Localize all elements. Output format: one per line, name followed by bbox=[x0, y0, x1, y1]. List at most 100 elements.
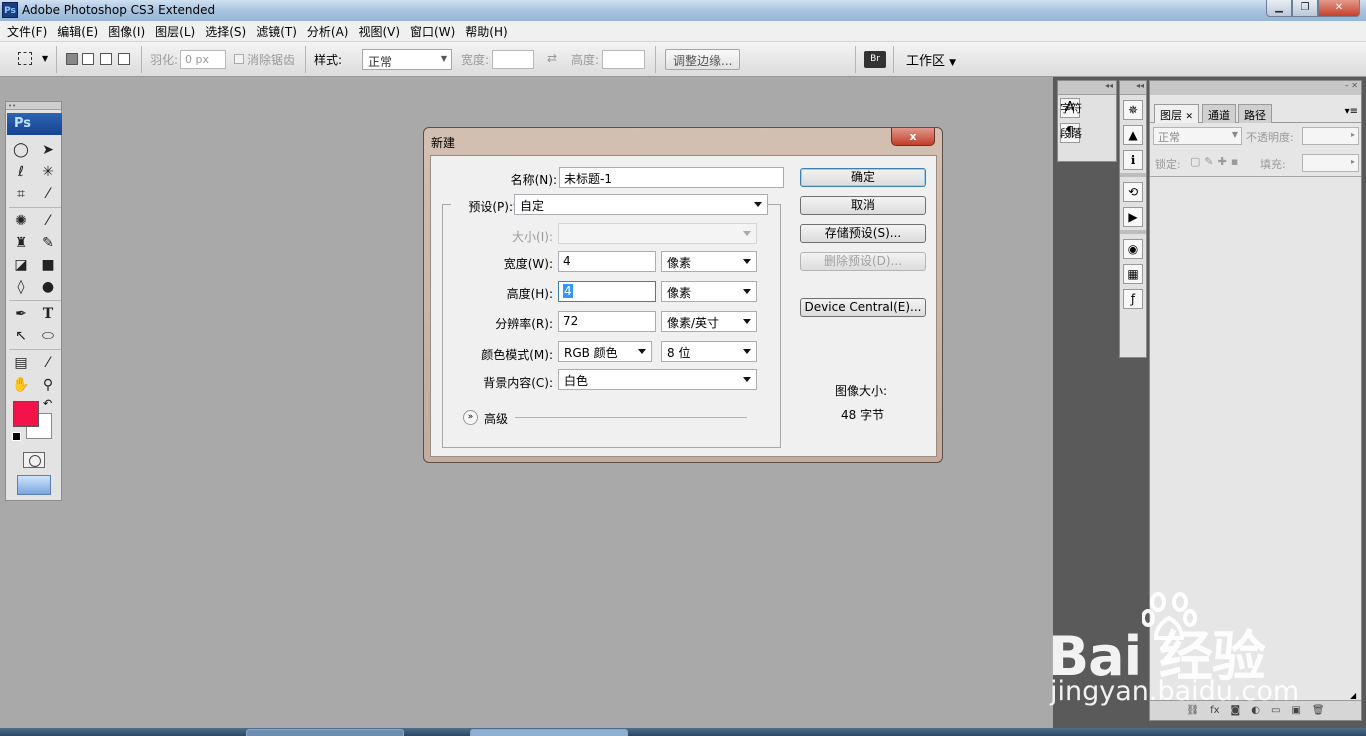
history-brush-icon[interactable]: ✎ bbox=[36, 233, 60, 253]
preset-select[interactable]: 自定 bbox=[514, 194, 768, 215]
height-input[interactable] bbox=[602, 50, 645, 69]
height-input[interactable]: 4 bbox=[558, 281, 656, 302]
new-selection-icon[interactable] bbox=[66, 53, 78, 65]
paragraph-panel-button[interactable]: ¶ 段落 bbox=[1058, 120, 1116, 145]
gradient-tool-icon[interactable]: ■ bbox=[36, 255, 60, 275]
path-selection-icon[interactable]: ↖ bbox=[9, 326, 33, 346]
menu-help[interactable]: 帮助(H) bbox=[461, 23, 511, 40]
screen-mode-icon[interactable] bbox=[17, 475, 51, 495]
resolution-unit-select[interactable]: 像素/英寸 bbox=[661, 311, 757, 332]
elliptical-marquee-icon[interactable]: ◯ bbox=[9, 140, 33, 160]
style-select[interactable]: 正常 ▼ bbox=[362, 49, 452, 70]
menu-analysis[interactable]: 分析(A) bbox=[303, 23, 353, 40]
move-tool-icon[interactable]: ➤ bbox=[36, 140, 60, 160]
type-tool-icon[interactable]: T bbox=[36, 304, 60, 324]
tab-channels[interactable]: 通道 bbox=[1202, 104, 1236, 123]
device-central-button[interactable]: Device Central(E)... bbox=[800, 298, 926, 317]
styles-icon[interactable]: ƒ bbox=[1123, 289, 1143, 309]
advanced-expand-icon[interactable]: » bbox=[463, 410, 478, 425]
character-panel-button[interactable]: A 字符 bbox=[1058, 95, 1116, 120]
actions-icon[interactable]: ▶ bbox=[1123, 207, 1143, 227]
height-unit-select[interactable]: 像素 bbox=[661, 281, 757, 302]
restore-button[interactable]: ❐ bbox=[1292, 0, 1318, 17]
feather-input[interactable]: 0 px bbox=[180, 50, 226, 69]
ok-button[interactable]: 确定 bbox=[800, 168, 926, 187]
close-window-button[interactable]: ✕ bbox=[1318, 0, 1360, 17]
notes-tool-icon[interactable]: ▤ bbox=[9, 353, 33, 373]
blend-mode-select[interactable]: 正常 ▼ bbox=[1153, 127, 1242, 145]
collapse-icon[interactable]: ◂◂ bbox=[1058, 81, 1116, 95]
minimize-button[interactable]: ▁ bbox=[1266, 0, 1292, 17]
save-preset-button[interactable]: 存储预设(S)... bbox=[800, 224, 926, 243]
resolution-input[interactable]: 72 bbox=[558, 311, 656, 332]
collapse-icon[interactable]: ◂◂ bbox=[1120, 81, 1146, 95]
refine-edge-button[interactable]: 调整边缘... bbox=[665, 49, 741, 70]
eyedropper-icon[interactable]: ⁄ bbox=[36, 353, 60, 373]
taskbar-item-active[interactable] bbox=[470, 729, 628, 736]
blur-tool-icon[interactable]: ◊ bbox=[9, 277, 33, 297]
color-icon[interactable]: ◉ bbox=[1123, 239, 1143, 259]
antialias-checkbox[interactable] bbox=[234, 54, 244, 64]
magic-wand-icon[interactable]: ✳ bbox=[36, 162, 60, 182]
photoshop-logo[interactable]: Ps bbox=[7, 113, 62, 135]
hand-tool-icon[interactable]: ✋ bbox=[9, 375, 33, 395]
marquee-tool-preset-icon[interactable] bbox=[18, 52, 32, 65]
spot-healing-icon[interactable]: ✺ bbox=[9, 211, 33, 231]
fill-input[interactable]: ▸ bbox=[1302, 154, 1359, 172]
close-icon[interactable]: ✕ bbox=[1186, 112, 1194, 122]
panel-menu-icon[interactable]: ▾≡ bbox=[1345, 106, 1358, 117]
opacity-input[interactable]: ▸ bbox=[1302, 127, 1359, 145]
crop-tool-icon[interactable]: ⌗ bbox=[9, 184, 33, 204]
chevron-down-icon[interactable]: ▼ bbox=[42, 54, 48, 63]
dialog-close-button[interactable]: x bbox=[891, 128, 935, 146]
toolbox-grip[interactable]: •• bbox=[6, 102, 61, 110]
pen-tool-icon[interactable]: ✒ bbox=[9, 304, 33, 324]
shape-tool-icon[interactable]: ⬭ bbox=[36, 326, 60, 346]
quick-mask-icon[interactable] bbox=[23, 452, 45, 468]
width-input[interactable] bbox=[492, 50, 534, 69]
document-name-input[interactable]: 未标题-1 bbox=[559, 167, 784, 188]
zoom-tool-icon[interactable]: ⚲ bbox=[36, 375, 60, 395]
subtract-selection-icon[interactable] bbox=[100, 53, 112, 65]
color-mode-select[interactable]: RGB 颜色 bbox=[558, 341, 652, 362]
foreground-color-swatch[interactable] bbox=[13, 401, 39, 427]
navigator-icon[interactable]: ✵ bbox=[1123, 100, 1143, 120]
trash-icon[interactable]: 🗑 bbox=[1312, 705, 1325, 716]
menu-filter[interactable]: 滤镜(T) bbox=[252, 23, 301, 40]
width-unit-select[interactable]: 像素 bbox=[661, 251, 757, 272]
default-colors-icon[interactable] bbox=[12, 432, 21, 441]
workspace-menu[interactable]: 工作区 ▼ bbox=[906, 50, 956, 69]
swap-dimensions-icon[interactable]: ⇄ bbox=[547, 51, 557, 65]
menu-image[interactable]: 图像(I) bbox=[104, 23, 149, 40]
chevron-right-icon: ▸ bbox=[1350, 157, 1355, 166]
history-icon[interactable]: ⟲ bbox=[1123, 182, 1143, 202]
intersect-selection-icon[interactable] bbox=[118, 53, 130, 65]
swap-colors-icon[interactable]: ↶ bbox=[43, 397, 52, 410]
bridge-icon[interactable]: Br bbox=[864, 51, 886, 68]
menu-window[interactable]: 窗口(W) bbox=[406, 23, 459, 40]
menu-view[interactable]: 视图(V) bbox=[354, 23, 404, 40]
menu-select[interactable]: 选择(S) bbox=[201, 23, 250, 40]
cancel-button[interactable]: 取消 bbox=[800, 196, 926, 215]
swatches-icon[interactable]: ▦ bbox=[1123, 264, 1143, 284]
add-selection-icon[interactable] bbox=[82, 53, 94, 65]
tab-paths[interactable]: 路径 bbox=[1238, 104, 1272, 123]
info-icon[interactable]: ℹ bbox=[1123, 150, 1143, 170]
menu-layer[interactable]: 图层(L) bbox=[151, 23, 199, 40]
menu-edit[interactable]: 编辑(E) bbox=[53, 23, 102, 40]
dodge-tool-icon[interactable]: ● bbox=[36, 277, 60, 297]
width-input[interactable]: 4 bbox=[558, 251, 656, 272]
slice-tool-icon[interactable]: ⁄ bbox=[36, 184, 60, 204]
lock-icons[interactable]: ▢✎✚▪ bbox=[1190, 155, 1242, 168]
brush-tool-icon[interactable]: ⁄ bbox=[36, 211, 60, 231]
taskbar-item[interactable] bbox=[246, 729, 404, 736]
histogram-icon[interactable]: ▲ bbox=[1123, 125, 1143, 145]
tab-layers[interactable]: 图层 ✕ bbox=[1154, 104, 1200, 123]
menu-file[interactable]: 文件(F) bbox=[3, 23, 51, 40]
divider bbox=[655, 46, 656, 73]
lasso-tool-icon[interactable]: ℓ bbox=[9, 162, 33, 182]
bit-depth-select[interactable]: 8 位 bbox=[661, 341, 757, 362]
clone-stamp-icon[interactable]: ♜ bbox=[9, 233, 33, 253]
background-contents-select[interactable]: 白色 bbox=[558, 369, 757, 390]
eraser-tool-icon[interactable]: ◪ bbox=[9, 255, 33, 275]
